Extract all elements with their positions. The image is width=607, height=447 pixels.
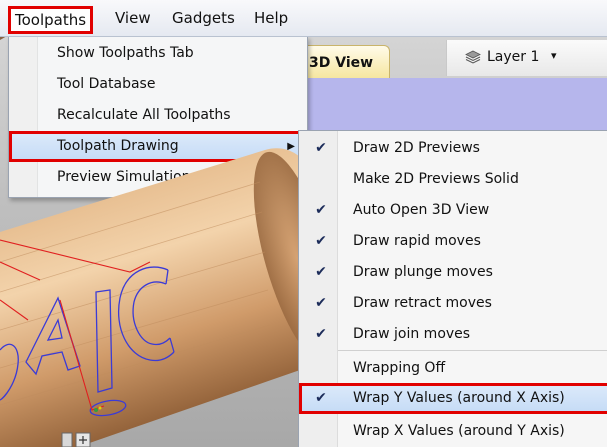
menu-item-recalculate-all-toolpaths[interactable]: Recalculate All Toolpaths — [9, 100, 307, 131]
checkmark-icon: ✔ — [315, 202, 327, 218]
menu-item-label: Draw 2D Previews — [353, 140, 480, 156]
menu-item-show-toolpaths-tab[interactable]: Show Toolpaths Tab — [9, 38, 307, 69]
menu-item-wrap-x-values[interactable]: Wrap X Values (around Y Axis) — [299, 416, 607, 447]
menu-item-toolpath-drawing[interactable]: Toolpath Drawing ▶ — [9, 131, 307, 162]
menubar: Toolpaths View Gadgets Help — [0, 0, 607, 37]
tab-3d-view[interactable]: 3D View — [300, 45, 390, 78]
chevron-down-icon: ▾ — [551, 49, 557, 62]
menu-item-label: Wrap X Values (around Y Axis) — [353, 423, 565, 439]
menu-item-label: Draw rapid moves — [353, 233, 481, 249]
menu-item-label: Tool Database — [57, 76, 156, 92]
layers-icon — [465, 50, 481, 64]
submenu-arrow-icon: ▶ — [287, 172, 295, 183]
menu-item-label: Toolpath Drawing — [57, 138, 179, 154]
menu-item-label: Recalculate All Toolpaths — [57, 107, 231, 123]
app-window: Toolpaths View Gadgets Help 3D View Laye… — [0, 0, 607, 447]
menu-item-draw-rapid-moves[interactable]: ✔ Draw rapid moves — [299, 226, 607, 257]
menu-item-label: Make 2D Previews Solid — [353, 171, 519, 187]
toolpaths-menu: Show Toolpaths Tab Tool Database Recalcu… — [8, 36, 308, 198]
menu-item-label: Draw plunge moves — [353, 264, 493, 280]
checkmark-icon: ✔ — [315, 390, 327, 406]
menu-item-draw-2d-previews[interactable]: ✔ Draw 2D Previews — [299, 133, 607, 164]
menu-view[interactable]: View — [115, 7, 151, 29]
layer-label: Layer 1 — [487, 49, 540, 65]
menu-item-auto-open-3d-view[interactable]: ✔ Auto Open 3D View — [299, 195, 607, 226]
menu-toolpaths[interactable]: Toolpaths — [8, 6, 94, 34]
submenu-arrow-icon: ▶ — [287, 141, 295, 152]
checkmark-icon: ✔ — [315, 264, 327, 280]
menu-item-wrap-y-values[interactable]: ✔ Wrap Y Values (around X Axis) — [299, 383, 607, 414]
menu-item-label: Preview Simulation Op — [57, 169, 215, 185]
menu-item-label: Auto Open 3D View — [353, 202, 490, 218]
menu-item-label: Draw retract moves — [353, 295, 492, 311]
menu-item-preview-simulation[interactable]: Preview Simulation Op ▶ — [9, 162, 307, 193]
menu-separator — [338, 350, 607, 351]
checkmark-icon: ✔ — [315, 140, 327, 156]
toolbar-fragment-icon — [61, 432, 91, 447]
menu-item-wrapping-off[interactable]: Wrapping Off — [299, 353, 607, 384]
menu-help[interactable]: Help — [254, 7, 288, 29]
menu-item-tool-database[interactable]: Tool Database — [9, 69, 307, 100]
menu-item-draw-join-moves[interactable]: ✔ Draw join moves — [299, 319, 607, 350]
menu-item-label: Show Toolpaths Tab — [57, 45, 194, 61]
checkmark-icon: ✔ — [315, 326, 327, 342]
menu-item-make-2d-previews-solid[interactable]: Make 2D Previews Solid — [299, 164, 607, 195]
menu-gadgets[interactable]: Gadgets — [172, 7, 235, 29]
3d-view-header-band — [300, 78, 607, 130]
layer-dropdown[interactable]: Layer 1 ▾ — [446, 40, 607, 76]
checkmark-icon: ✔ — [315, 295, 327, 311]
checkmark-icon: ✔ — [315, 233, 327, 249]
menu-item-label: Wrapping Off — [353, 360, 446, 376]
menu-item-label: Wrap Y Values (around X Axis) — [353, 390, 565, 406]
toolpath-drawing-submenu: ✔ Draw 2D Previews Make 2D Previews Soli… — [298, 130, 607, 447]
menu-item-label: Draw join moves — [353, 326, 471, 342]
menu-item-draw-retract-moves[interactable]: ✔ Draw retract moves — [299, 288, 607, 319]
menu-item-draw-plunge-moves[interactable]: ✔ Draw plunge moves — [299, 257, 607, 288]
